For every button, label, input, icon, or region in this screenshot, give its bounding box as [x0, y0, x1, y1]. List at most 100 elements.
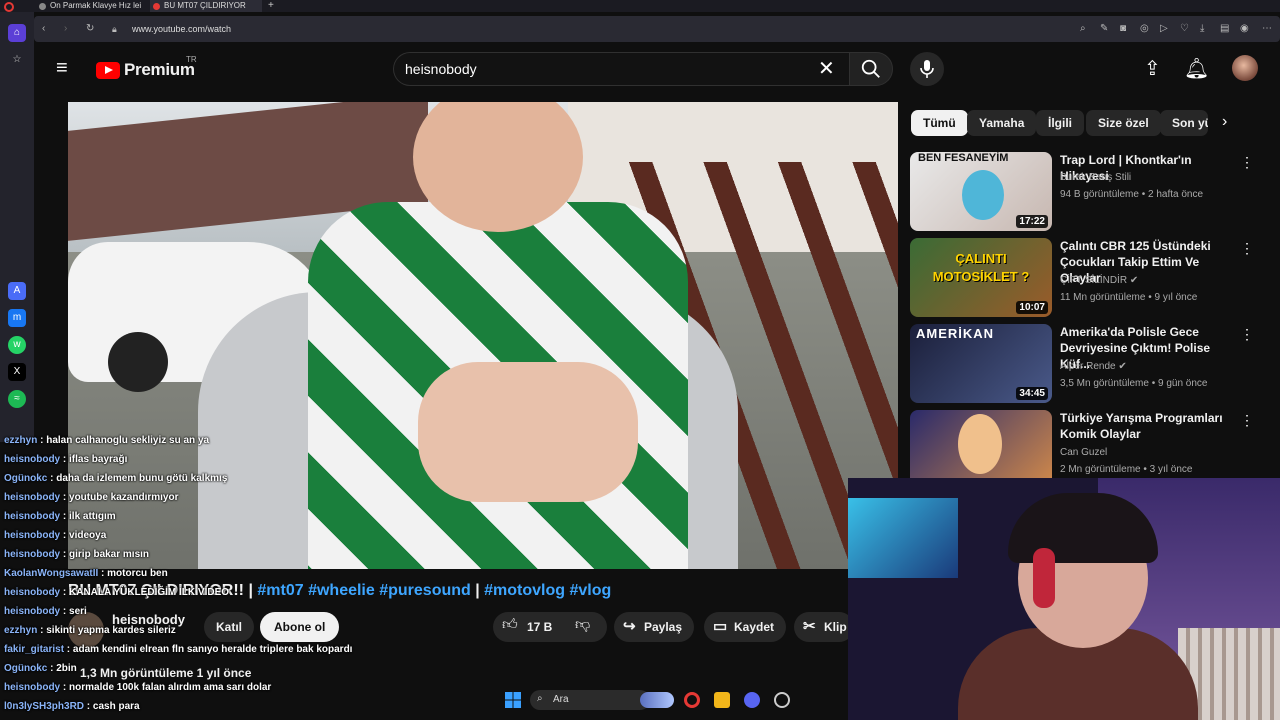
url-field[interactable]: www.youtube.com/watch [132, 20, 231, 38]
folder-icon[interactable] [714, 692, 730, 708]
recommendation-item[interactable]: BEN FESANEYİM 17:22 Trap Lord | Khontkar… [910, 152, 1270, 232]
avatar[interactable] [1232, 55, 1258, 81]
chip-related[interactable]: İlgili [1036, 110, 1084, 136]
like-icon[interactable]: 👍︎ [502, 616, 518, 634]
bell-icon[interactable]: 🔔︎ [1184, 56, 1209, 81]
reader-icon[interactable]: ▤ [1220, 20, 1229, 38]
verified-icon: ✔︎ [1118, 361, 1127, 372]
recommendation-title[interactable]: Türkiye Yarışma Programları Komik Olayla… [1060, 410, 1230, 442]
search-icon: ⌕ [537, 693, 543, 704]
like-count[interactable]: 17 B [527, 612, 552, 642]
mic-icon [920, 60, 934, 78]
clear-search-icon[interactable]: ✕ [818, 52, 835, 86]
new-tab-button[interactable]: + [268, 0, 274, 12]
chip-for-you[interactable]: Size özel [1086, 110, 1161, 136]
mic-button[interactable] [910, 52, 944, 86]
whatsapp-icon[interactable]: w [8, 336, 26, 354]
search-page-icon[interactable]: ⌕ [1080, 20, 1086, 38]
chat-message: Ogünokc : daha da izlemem bunu götü kalk… [4, 472, 227, 486]
chevron-right-icon[interactable]: › [1222, 113, 1227, 131]
menu-dots-icon[interactable]: ⋯ [1262, 20, 1272, 38]
windows-logo-icon[interactable] [505, 692, 521, 708]
more-options-icon[interactable]: ⋮ [1240, 240, 1254, 257]
download-icon[interactable]: ⤓ [1200, 20, 1204, 38]
video-player[interactable] [68, 102, 898, 569]
share-label: Paylaş [644, 620, 683, 634]
save-button[interactable]: ▭ Kaydet [704, 612, 787, 642]
share-button[interactable]: ↪ Paylaş [614, 612, 695, 642]
spotify-icon[interactable]: ≈ [8, 390, 26, 408]
thumbnail-text: ÇALINTI MOTOSİKLET ? [932, 251, 1030, 284]
hashtags-2[interactable]: #motovlog #vlog [484, 582, 611, 599]
taskbar-search[interactable]: ⌕ [530, 690, 650, 710]
view-meta: 94 B görüntüleme • 2 hafta önce [1060, 189, 1204, 200]
chat-message: KaolanWongsawatII : motorcu ben [4, 567, 168, 581]
chat-message: Ogünokc : 2bin [4, 662, 77, 676]
video-thumbnail[interactable]: BEN FESANEYİM 17:22 [910, 152, 1052, 231]
chat-message: heisnobody : girip bakar mısın [4, 548, 149, 562]
subscribe-button[interactable]: Abone ol [260, 612, 340, 642]
play-icon[interactable]: ▷ [1160, 20, 1168, 38]
dislike-icon[interactable]: 👎︎ [575, 616, 590, 634]
video-thumbnail[interactable]: ÇALINTI MOTOSİKLET ? 10:07 [910, 238, 1052, 317]
tab-label: On Parmak Klavye Hız lei [50, 1, 142, 10]
chat-username: l0n3lySH3ph3RD [4, 701, 85, 712]
forward-icon[interactable]: › [64, 20, 67, 38]
recommendation-item[interactable]: AMERİKAN 34:45 Amerika'da Polisle Gece D… [910, 324, 1270, 404]
tab-1[interactable]: On Parmak Klavye Hız lei [36, 0, 146, 12]
more-options-icon[interactable]: ⋮ [1240, 326, 1254, 343]
search-button[interactable] [849, 52, 893, 86]
chat-username: heisnobody [4, 587, 61, 598]
star-icon[interactable]: ☆ [8, 51, 26, 69]
region-code: TR [186, 55, 197, 64]
thumbnail-text: AMERİKAN [916, 326, 995, 341]
more-options-icon[interactable]: ⋮ [1240, 412, 1254, 429]
chat-message: fakir_gitarist : adam kendini elrean fln… [4, 643, 352, 657]
duration-badge: 10:07 [1016, 301, 1048, 314]
recommendation-item[interactable]: ÇALINTI MOTOSİKLET ? 10:07 Çalıntı CBR 1… [910, 238, 1270, 318]
chip-recent[interactable]: Son yü [1160, 110, 1208, 136]
reload-icon[interactable]: ↻ [86, 20, 94, 38]
hashtags[interactable]: #mt07 #wheelie #puresound [257, 582, 470, 599]
clip-button[interactable]: ✂ Klip [794, 612, 854, 642]
chat-message: l0n3lySH3ph3RD : cash para [4, 700, 140, 714]
channel-name[interactable]: ÇİFT SİLİNDİR ✔︎ [1060, 275, 1138, 286]
home-icon[interactable]: ⌂ [8, 24, 26, 42]
discord-icon[interactable] [744, 692, 760, 708]
x-icon[interactable]: X [8, 363, 26, 381]
headset-icon [1033, 548, 1055, 608]
chat-message: heisnobody : youtube kazandırmıyor [4, 491, 178, 505]
more-options-icon[interactable]: ⋮ [1240, 154, 1254, 171]
heart-icon[interactable]: ♡ [1180, 20, 1189, 38]
scissors-icon: ✂ [803, 618, 816, 635]
edit-icon[interactable]: ✎ [1100, 20, 1108, 38]
chat-text: : youtube kazandırmıyor [60, 492, 179, 503]
widget-icon[interactable] [640, 692, 674, 708]
chip-all[interactable]: Tümü [911, 110, 968, 136]
person-icon[interactable]: ◉ [1240, 20, 1249, 38]
channel-name-text: ÇİFT SİLİNDİR [1060, 275, 1128, 286]
channel-name[interactable]: Burak Barış Stili [1060, 172, 1131, 183]
tab-2-active[interactable]: BU MT07 ÇILDIRIYOR [150, 0, 262, 12]
channel-name-text: Alper Rende [1060, 361, 1116, 372]
chip-yamaha[interactable]: Yamaha [967, 110, 1037, 136]
video-thumbnail[interactable]: AMERİKAN 34:45 [910, 324, 1052, 403]
camera-icon[interactable]: ◙ [1120, 20, 1126, 38]
app-icon[interactable] [774, 692, 790, 708]
save-label: Kaydet [734, 620, 775, 634]
tab-label: BU MT07 ÇILDIRIYOR [164, 1, 246, 10]
messenger-icon[interactable]: m [8, 309, 26, 327]
channel-name[interactable]: Can Guzel [1060, 447, 1107, 458]
extension-icon[interactable]: ◎ [1140, 20, 1149, 38]
opera-icon[interactable] [684, 692, 700, 708]
youtube-logo[interactable]: Premium [96, 60, 195, 80]
hamburger-icon[interactable]: ≡ [56, 58, 76, 78]
chat-username: heisnobody [4, 606, 61, 617]
upload-icon[interactable]: ⇪ [1144, 56, 1161, 81]
chat-username: Ogünokc [4, 473, 48, 484]
aria-icon[interactable]: A [8, 282, 26, 300]
channel-name[interactable]: Alper Rende ✔︎ [1060, 361, 1127, 372]
join-button[interactable]: Katıl [204, 612, 255, 642]
search-value[interactable]: heisnobody [405, 52, 477, 86]
back-icon[interactable]: ‹ [42, 20, 45, 38]
